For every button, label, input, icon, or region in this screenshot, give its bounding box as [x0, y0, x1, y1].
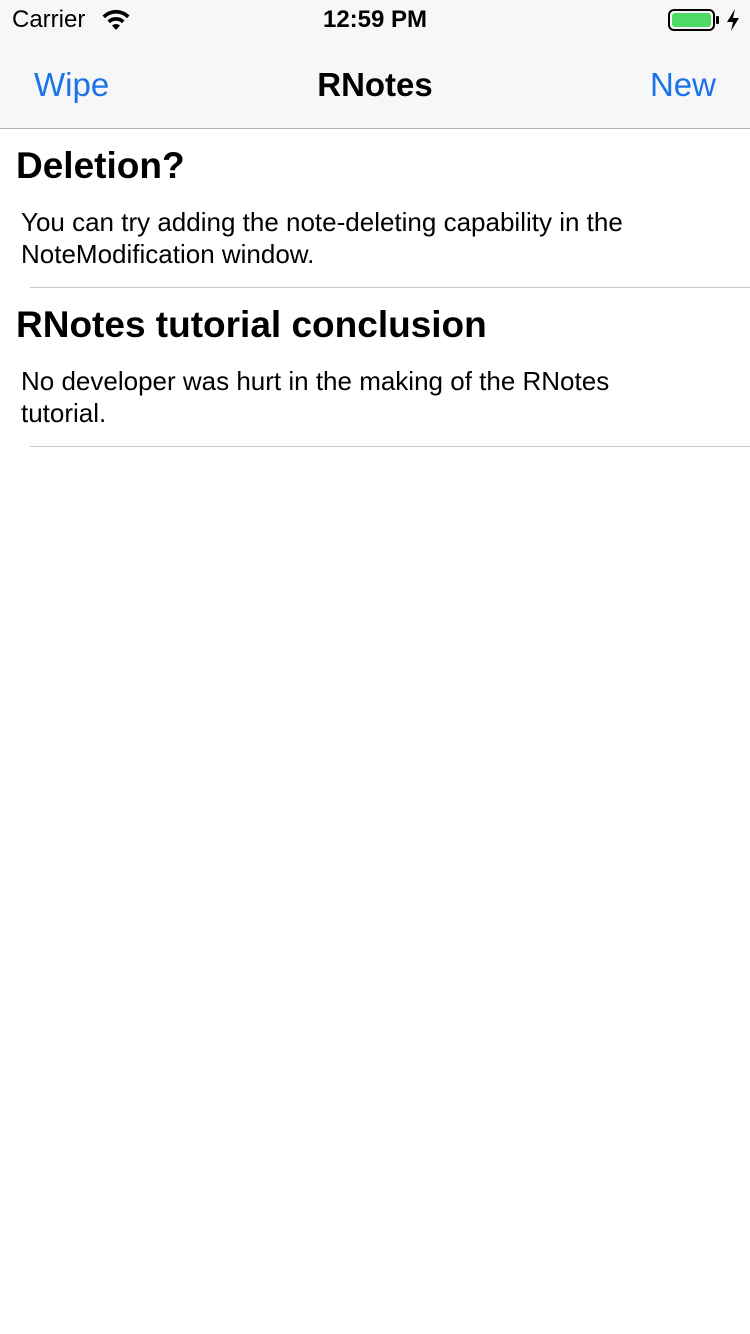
navigation-bar: Wipe RNotes New	[0, 40, 750, 129]
row-divider	[30, 446, 750, 447]
new-note-button[interactable]: New	[650, 66, 716, 104]
status-time: 12:59 PM	[322, 6, 428, 33]
notes-list: Deletion? You can try adding the note-de…	[0, 129, 750, 447]
note-list-item[interactable]: Deletion? You can try adding the note-de…	[0, 129, 750, 288]
note-body: No developer was hurt in the making of t…	[21, 366, 610, 428]
note-title: Deletion?	[16, 145, 185, 186]
status-bar: Carrier 12:59 PM	[0, 0, 750, 40]
note-title: RNotes tutorial conclusion	[16, 304, 487, 345]
page-title: RNotes	[317, 66, 433, 103]
battery-icon	[668, 9, 719, 31]
note-body: You can try adding the note-deleting cap…	[21, 207, 623, 269]
charging-bolt-icon	[727, 9, 739, 31]
note-list-item[interactable]: RNotes tutorial conclusion No developer …	[0, 288, 750, 447]
